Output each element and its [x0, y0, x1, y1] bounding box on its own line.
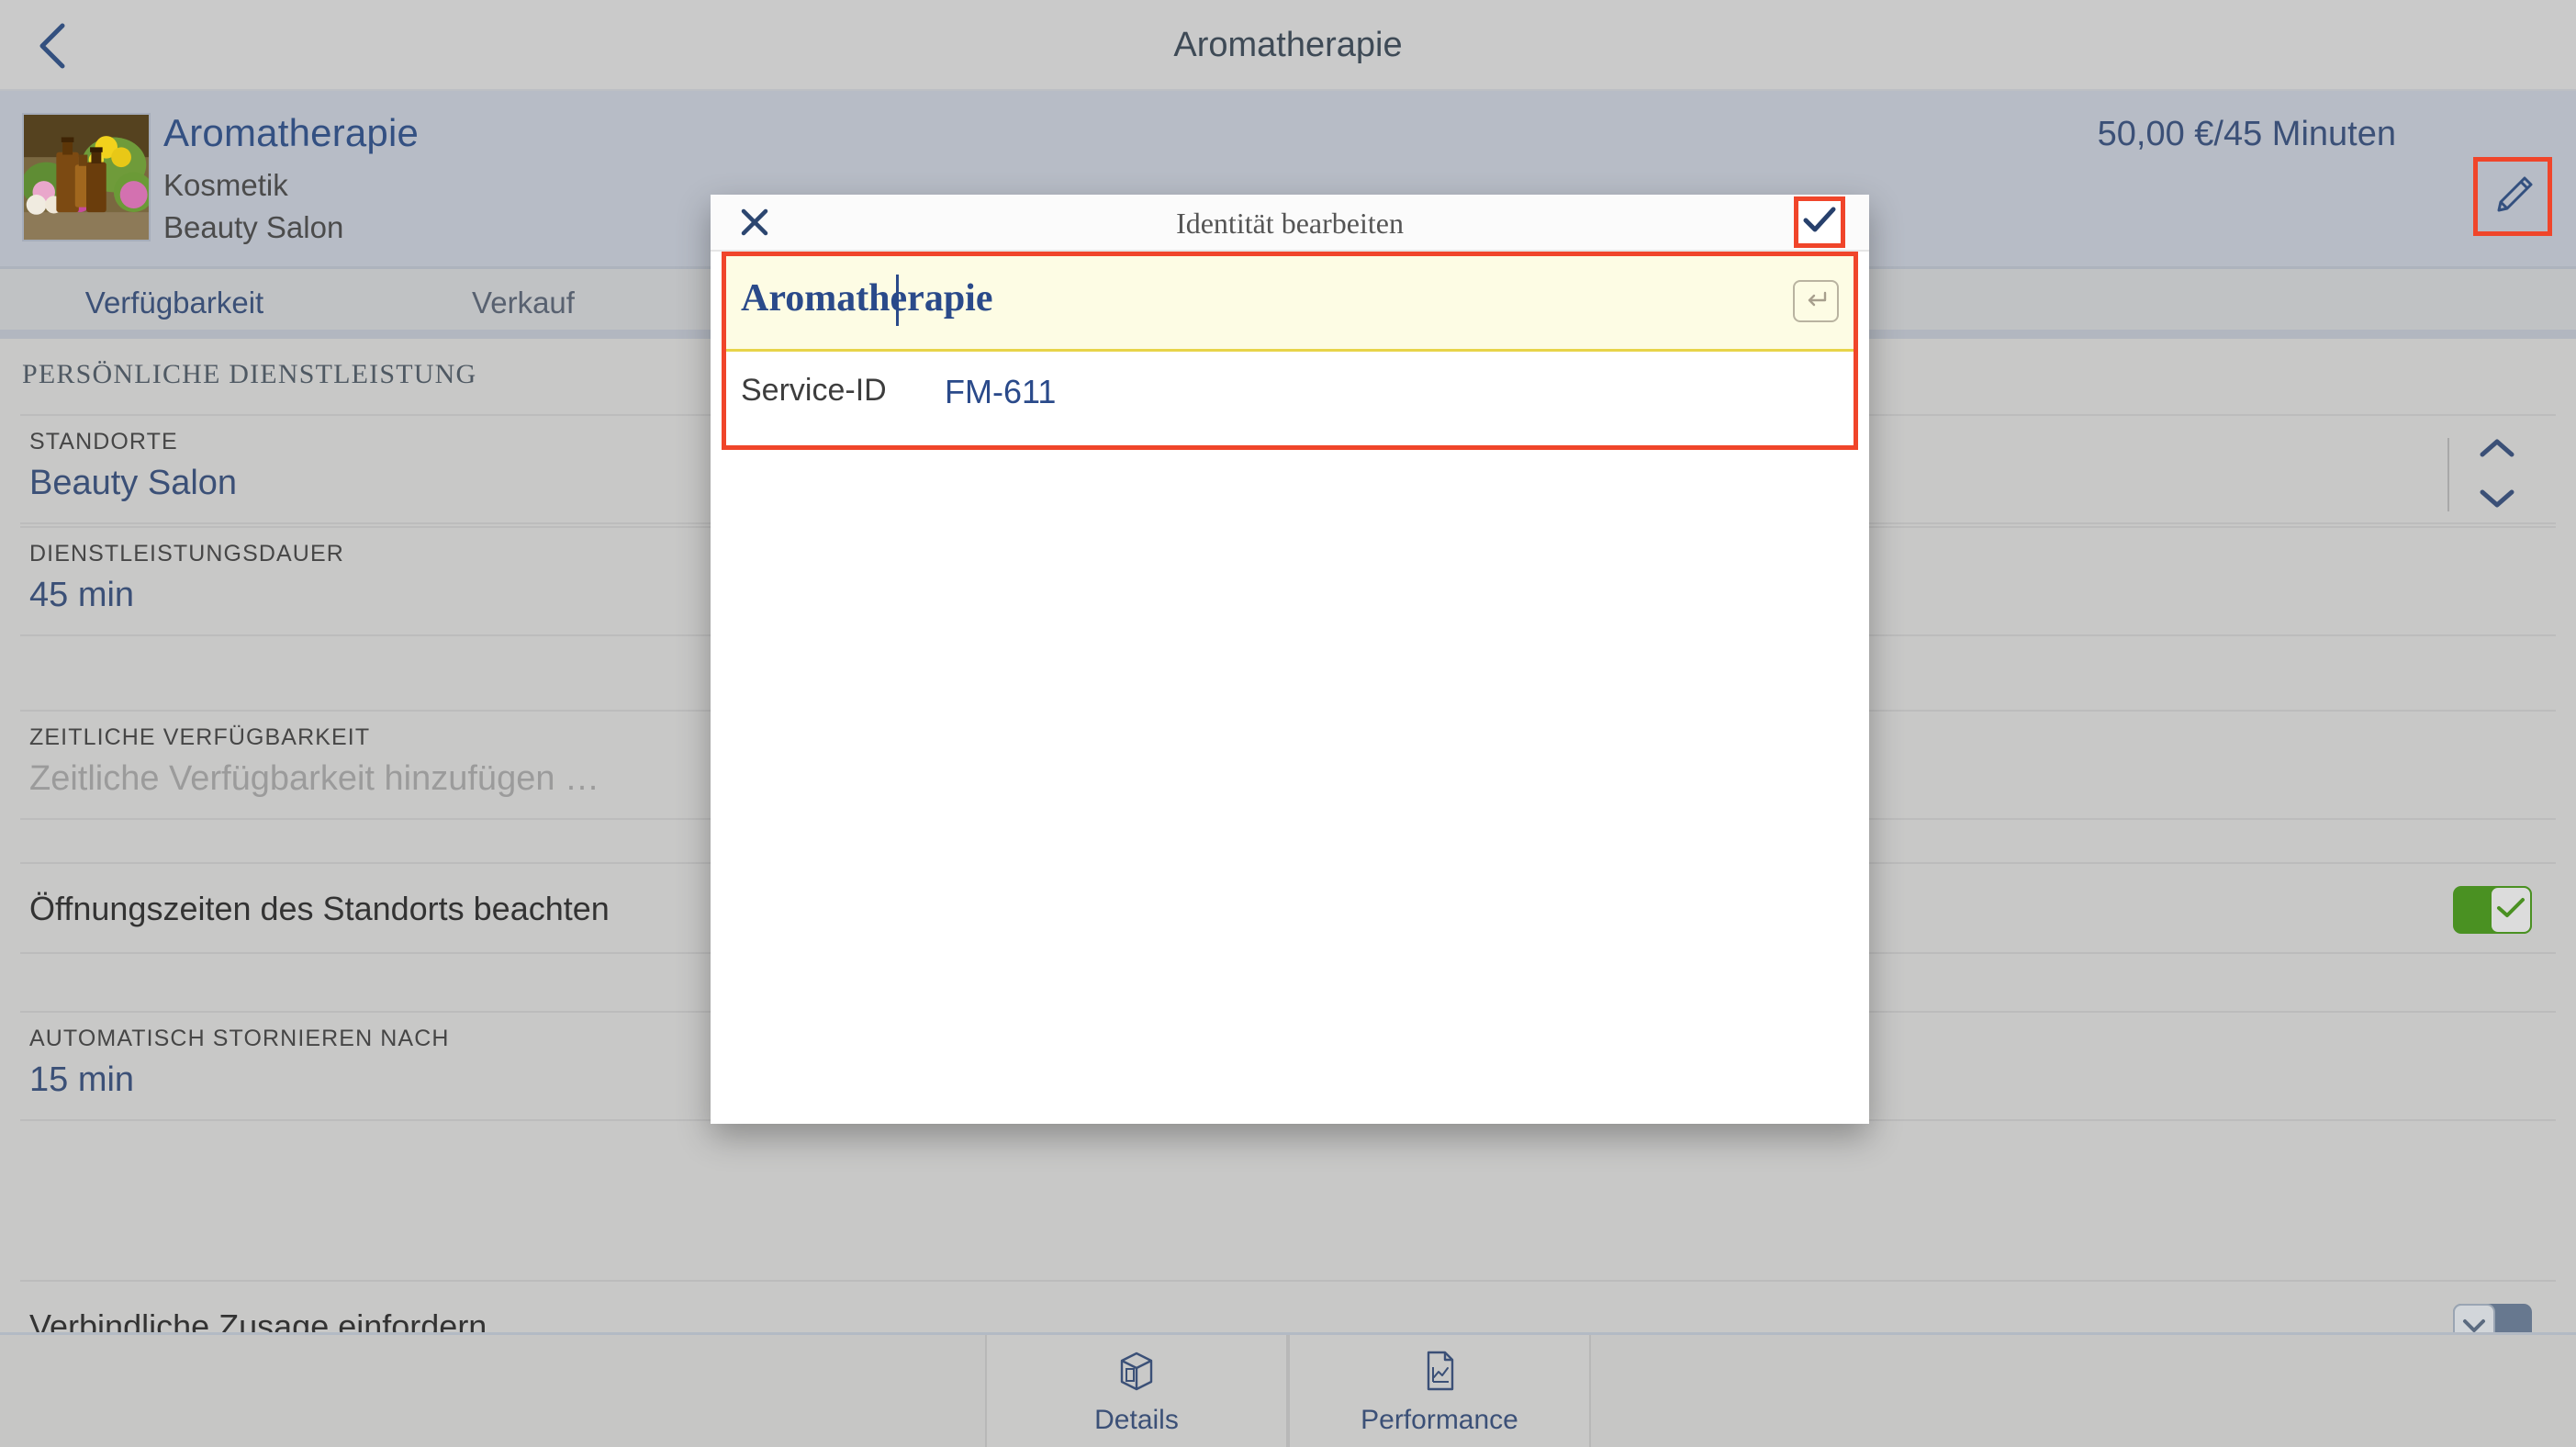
field-value: Beauty Salon	[29, 464, 238, 502]
field-verbindliche-zusage[interactable]: Verbindliche Zusage einfordern	[20, 1280, 2556, 1332]
return-arrow-icon	[1802, 288, 1830, 315]
tab-verkauf[interactable]: Verkauf	[349, 269, 698, 337]
name-input[interactable]: Aromatherapie	[741, 276, 993, 320]
field-label: Verbindliche Zusage einfordern	[29, 1307, 487, 1332]
toggle-knob	[2453, 1304, 2495, 1332]
field-label: AUTOMATISCH STORNIEREN NACH	[29, 1026, 450, 1051]
page-title: Aromatherapie	[1173, 26, 1403, 64]
field-label: STANDORTE	[29, 429, 178, 454]
section-title: PERSÖNLICHE DIENSTLEISTUNG	[22, 359, 477, 389]
box-3d-icon	[1113, 1347, 1160, 1399]
oeffnungszeiten-toggle[interactable]	[2453, 886, 2532, 934]
dialog-title: Identität bearbeiten	[1176, 206, 1404, 240]
field-value: 45 min	[29, 576, 135, 614]
pencil-icon	[2490, 172, 2536, 222]
field-label: ZEITLICHE VERFÜGBARKEIT	[29, 724, 371, 750]
chevron-down-icon	[2460, 1317, 2488, 1333]
object-title: Aromatherapie	[163, 111, 420, 154]
avatar	[22, 113, 151, 241]
service-id-row[interactable]: Service-ID FM-611	[726, 354, 1854, 445]
quantity-stepper[interactable]	[2470, 436, 2525, 515]
checkmark-icon	[1802, 207, 1837, 239]
bottom-nav-label: Performance	[1361, 1404, 1518, 1435]
field-label: Öffnungszeiten des Standorts beachten	[29, 890, 610, 927]
chevron-up-icon[interactable]	[2477, 436, 2517, 465]
bottom-navigation: Details Performance	[0, 1332, 2576, 1447]
essential-oil-bottles-photo	[24, 115, 149, 240]
name-input-row[interactable]: Aromatherapie	[726, 256, 1854, 352]
field-value: 15 min	[29, 1060, 135, 1099]
toggle-knob	[2490, 886, 2532, 934]
service-id-label: Service-ID	[741, 373, 887, 408]
bottom-nav-spacer	[0, 1335, 985, 1447]
verbindliche-zusage-toggle[interactable]	[2453, 1304, 2532, 1332]
edit-identity-dialog: Identität bearbeiten Aromatherapie Servi…	[711, 195, 1869, 1124]
tab-verfuegbarkeit[interactable]: Verfügbarkeit	[0, 269, 349, 344]
divider	[2447, 438, 2449, 511]
confirm-button[interactable]	[1794, 196, 1845, 248]
enter-button[interactable]	[1793, 280, 1839, 322]
tab-label: Verkauf	[472, 286, 575, 320]
edit-button[interactable]	[2473, 157, 2552, 236]
chart-document-icon	[1416, 1347, 1463, 1399]
text-caret	[896, 275, 899, 326]
bottom-nav-item-performance[interactable]: Performance	[1288, 1335, 1591, 1447]
dialog-header: Identität bearbeiten	[711, 195, 1869, 252]
chevron-down-icon[interactable]	[2477, 487, 2517, 515]
object-price: 50,00 €/45 Minuten	[2097, 115, 2396, 153]
object-category: Kosmetik	[163, 168, 288, 202]
object-location: Beauty Salon	[163, 210, 344, 244]
bottom-nav-label: Details	[1094, 1404, 1179, 1435]
identity-fields-group: Aromatherapie Service-ID FM-611	[722, 252, 1858, 450]
field-label: DIENSTLEISTUNGSDAUER	[29, 541, 344, 566]
bottom-nav-item-details[interactable]: Details	[985, 1335, 1288, 1447]
checkmark-icon	[2495, 896, 2526, 925]
app-root: Aromatherapie Aromatherapie Kosmetik Bea…	[0, 0, 2576, 1447]
field-placeholder: Zeitliche Verfügbarkeit hinzufügen …	[29, 759, 600, 798]
service-id-value: FM-611	[945, 373, 1057, 410]
top-bar: Aromatherapie	[0, 0, 2576, 91]
tab-label: Verfügbarkeit	[84, 286, 264, 320]
